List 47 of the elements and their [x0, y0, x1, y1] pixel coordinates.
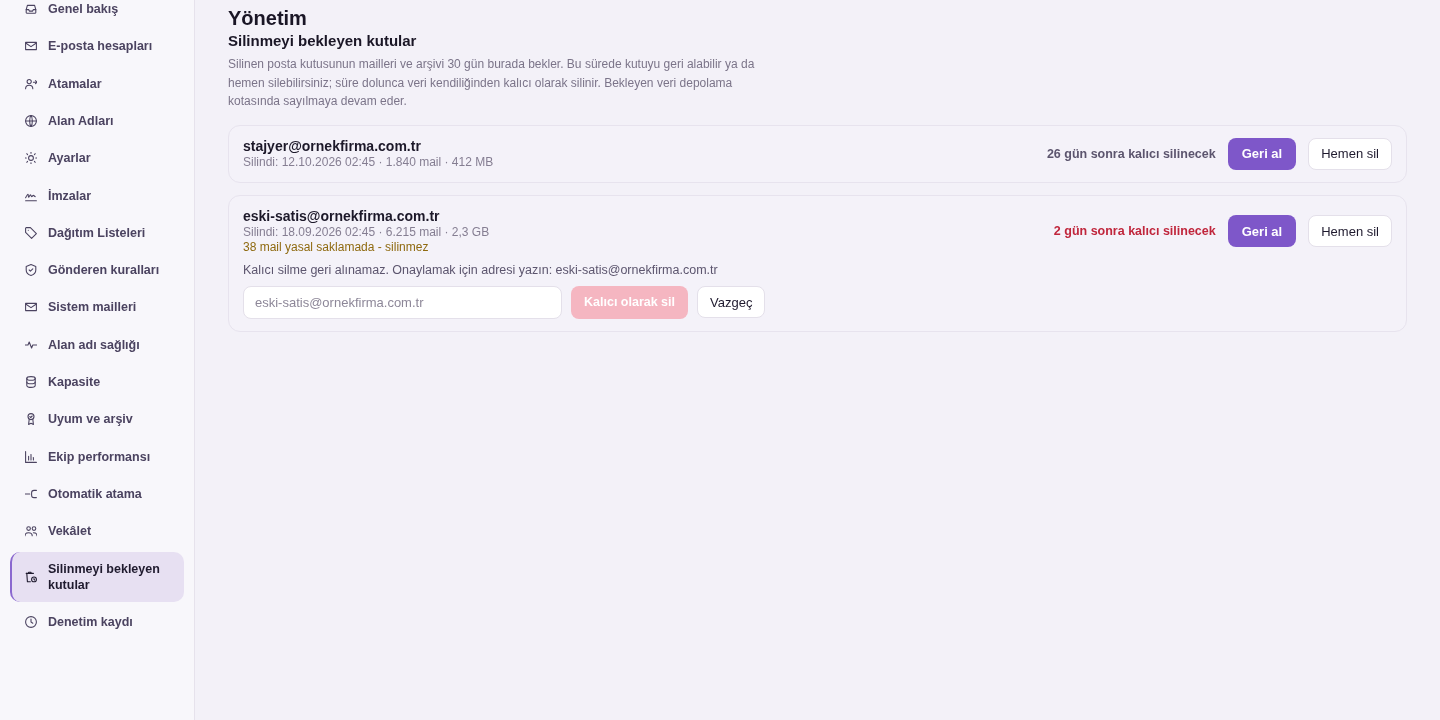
countdown-text: 26 gün sonra kalıcı silinecek — [1046, 146, 1216, 161]
mailbox-email: eski-satis@ornekfirma.com.tr — [243, 207, 441, 225]
sidebar-item[interactable]: Otomatik atama — [10, 475, 184, 513]
sidebar-item[interactable]: Alan adı sağlığı — [10, 326, 184, 364]
inbox-icon — [25, 3, 37, 16]
sidebar-item[interactable]: Gönderen kuralları — [10, 251, 184, 289]
trash-clock-icon — [25, 570, 37, 583]
mailbox-email: stajyer@ornekfirma.com.tr — [243, 137, 422, 155]
award-icon — [25, 413, 37, 426]
tag-icon — [25, 226, 37, 239]
sun-icon — [25, 152, 37, 165]
page-title: Silinmeyi bekleyen kutular — [228, 31, 418, 51]
delete-now-button[interactable]: Hemen sil — [1308, 215, 1392, 247]
legal-hold-notice: 38 mail yasal saklamada - silinmez — [243, 239, 430, 255]
globe-icon — [25, 115, 37, 127]
sidebar-item[interactable]: Silinmeyi bekleyen kutular — [10, 551, 184, 602]
sidebar-item[interactable]: Sistem mailleri — [10, 288, 184, 327]
database-icon — [25, 375, 37, 388]
sidebar-item[interactable]: Alan Adları — [10, 102, 184, 140]
countdown-text: 2 gün sonra kalıcı silinecek — [1053, 224, 1216, 238]
sidebar-item[interactable]: E-posta hesapları — [10, 27, 184, 66]
bar-chart-icon — [25, 450, 37, 463]
users-icon — [25, 525, 37, 538]
clock-icon — [25, 616, 37, 629]
sidebar-item[interactable]: Kapasite — [10, 363, 184, 401]
sidebar-item[interactable]: Ekip performansı — [10, 437, 184, 476]
sidebar-item[interactable]: Ayarlar — [10, 139, 184, 177]
page-description: Silinen posta kutusunun mailleri ve arşivi 30 gün burada bekler. Bu sürede kutuyu geri alabilir ya da hemen silebilirsiniz; süre dolunca veri kendiliğinden kalıcı olarak silinir. Bekleyen veri depolama kotasında sayılmaya devam eder. — [228, 56, 756, 110]
shield-check-icon — [25, 264, 37, 277]
mailbox-details: Silindi: 12.10.2026 02:45 · 1.840 mail · 412 MB — [243, 154, 494, 170]
confirm-prompt: Kalıcı silme geri alınamaz. Onaylamak için adresi yazın: eski-satis@ornekfirma.com.tr — [243, 261, 719, 278]
sidebar-item[interactable]: Uyum ve arşiv — [10, 400, 184, 438]
sidebar-item[interactable]: İmzalar — [10, 176, 184, 215]
restore-button[interactable]: Geri al — [1227, 137, 1297, 170]
merge-icon — [25, 487, 37, 500]
sidebar-item[interactable]: Vekâlet — [10, 512, 184, 550]
sidebar-item[interactable]: Genel bakış — [10, 0, 184, 28]
restore-button[interactable]: Geri al — [1227, 215, 1297, 247]
pulse-icon — [25, 338, 37, 351]
sidebar-item[interactable]: Atamalar — [10, 65, 184, 103]
mail-icon — [25, 301, 37, 314]
delete-now-button[interactable]: Hemen sil — [1308, 137, 1392, 170]
sidebar-item[interactable]: Dağıtım Listeleri — [10, 214, 184, 252]
sidebar-item[interactable]: Denetim kaydı — [10, 603, 184, 641]
mailbox-details: Silindi: 18.09.2026 02:45 · 6.215 mail · 2,3 GB — [243, 224, 490, 240]
section-title: Yönetim — [228, 6, 308, 30]
mail-icon — [25, 40, 37, 53]
